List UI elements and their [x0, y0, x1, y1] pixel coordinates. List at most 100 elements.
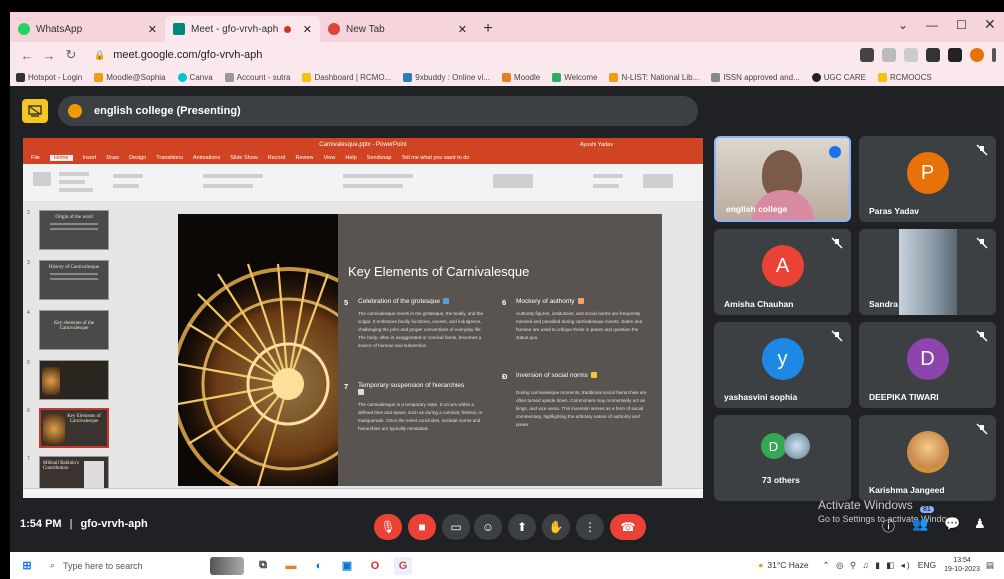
powerpoint-menu-bar: File Home Insert Draw Design Transitions…	[23, 152, 703, 164]
slide-thumbnail[interactable]: Origin of the word	[39, 210, 109, 250]
url-field[interactable]: 🔒 meet.google.com/gfo-vrvh-aph	[94, 49, 852, 61]
menu-review[interactable]: Review	[295, 155, 313, 161]
sidebar-icon[interactable]	[948, 48, 962, 62]
weather-text[interactable]: 31°C Haze	[767, 560, 808, 570]
participant-tile-english-college[interactable]: english college	[714, 136, 851, 222]
slide-thumbnail-selected[interactable]: Key Elements of Carnivalesque	[39, 408, 109, 448]
tab-whatsapp[interactable]: WhatsApp ✕	[10, 16, 165, 42]
bookmark-item[interactable]: Moodle	[501, 72, 540, 82]
participant-tile-amisha-chauhan[interactable]: A Amisha Chauhan	[714, 229, 851, 315]
menu-slide-show[interactable]: Slide Show	[230, 155, 258, 161]
bookmark-item[interactable]: Canva	[177, 72, 213, 82]
back-icon[interactable]: ←	[18, 48, 36, 63]
menu-view[interactable]: View	[324, 155, 336, 161]
mic-toggle-button[interactable]: 🎙	[374, 514, 402, 540]
present-button[interactable]: ⬆	[508, 514, 536, 540]
reactions-button[interactable]: ☺	[474, 514, 502, 540]
bookmark-item[interactable]: Account - sutra	[224, 72, 290, 82]
extension-icon[interactable]	[926, 48, 940, 62]
point-body: The carnivalesque revels in the grotesqu…	[358, 311, 484, 348]
notifications-icon[interactable]: ▤	[986, 560, 994, 571]
windows-start-icon[interactable]: ⊞	[18, 556, 36, 575]
star-icon[interactable]	[904, 48, 918, 62]
divider: |	[69, 518, 73, 530]
avatar: A	[761, 245, 804, 287]
participant-tile-yashasvini-sophia[interactable]: y yashasvini sophia	[714, 322, 851, 408]
bookmark-item[interactable]: 9xbuddy : Online vi...	[403, 72, 490, 82]
presenting-chip[interactable]: english college (Presenting)	[58, 96, 698, 126]
point-heading: Mockery of authority	[516, 298, 575, 305]
info-icon[interactable]: ⓘ	[882, 516, 895, 535]
menu-file[interactable]: File	[31, 155, 40, 161]
bookmark-item[interactable]: N-LIST: National Lib...	[609, 72, 699, 82]
chrome-icon[interactable]: G	[394, 556, 412, 575]
menu-icon[interactable]	[992, 48, 996, 62]
minimize-icon[interactable]: —	[926, 18, 938, 32]
more-options-button[interactable]: ⋮	[576, 514, 604, 540]
menu-animations[interactable]: Animations	[193, 155, 220, 161]
tab-new-tab[interactable]: New Tab ✕	[320, 16, 475, 42]
tell-me-box[interactable]: Tell me what you want to do	[401, 155, 469, 161]
weather-icon: ●	[758, 560, 764, 570]
participant-tile-sandra[interactable]: Sandra	[859, 229, 996, 315]
bookmark-item[interactable]: Dashboard | RCMO...	[302, 72, 391, 82]
chevron-down-icon[interactable]: ⌄	[898, 18, 908, 32]
new-tab-button[interactable]: +	[475, 16, 501, 42]
window-close-icon[interactable]: ✕	[984, 16, 996, 33]
slide-thumbnail[interactable]	[39, 360, 109, 400]
taskbar-widget-icon[interactable]	[210, 556, 244, 575]
slide-thumbnail[interactable]: Key elements of the Carnivalesque	[39, 310, 109, 350]
close-icon[interactable]: ✕	[148, 23, 157, 36]
tab-title: Meet - gfo-vrvh-aph	[191, 23, 279, 35]
language-indicator[interactable]: ENG	[918, 560, 936, 570]
menu-insert[interactable]: Insert	[83, 155, 97, 161]
participant-name: 73 others	[762, 475, 800, 485]
participant-tile-deepika-tiwari[interactable]: D DEEPIKA TIWARI	[859, 322, 996, 408]
bookmark-item[interactable]: Moodle@Sophia	[94, 72, 166, 82]
camera-icon[interactable]	[860, 48, 874, 62]
forward-icon[interactable]: →	[40, 48, 58, 63]
bookmark-item[interactable]: UGC CARE	[811, 72, 866, 82]
menu-record[interactable]: Record	[268, 155, 286, 161]
point-number: Ð	[502, 372, 508, 381]
raise-hand-button[interactable]: ✋	[542, 514, 570, 540]
chat-icon[interactable]: 💬	[944, 516, 960, 532]
menu-sendsnap[interactable]: Sendsnap	[367, 155, 392, 161]
menu-draw[interactable]: Draw	[106, 155, 119, 161]
slide-thumbnail[interactable]: History of Carnivalesque	[39, 260, 109, 300]
task-view-icon[interactable]: ⧉	[254, 557, 272, 575]
opera-icon[interactable]: O	[366, 557, 384, 575]
reload-icon[interactable]: ↻	[62, 47, 80, 63]
taskbar-search[interactable]: ⌕ Type here to search	[50, 556, 200, 576]
file-explorer-icon[interactable]: ▬	[282, 557, 300, 575]
menu-design[interactable]: Design	[129, 155, 146, 161]
clock[interactable]: 13:54 19-10-2023	[944, 556, 980, 574]
leave-call-button[interactable]: ☎	[610, 514, 646, 540]
store-icon[interactable]: ▣	[338, 557, 356, 575]
maximize-icon[interactable]: ☐	[956, 18, 967, 32]
menu-help[interactable]: Help	[345, 155, 356, 161]
close-icon[interactable]: ✕	[303, 23, 312, 36]
people-icon[interactable]: 👥	[912, 516, 928, 532]
present-icon: ⬆	[516, 520, 528, 534]
activities-icon[interactable]: ♟	[974, 516, 986, 532]
menu-transitions[interactable]: Transitions	[156, 155, 183, 161]
bookmark-item[interactable]: RCMOOCS	[877, 72, 932, 82]
tab-meet[interactable]: Meet - gfo-vrvh-aph ✕	[165, 16, 320, 42]
participant-tile-others[interactable]: D 73 others	[714, 415, 851, 501]
captions-button[interactable]: ▭	[442, 514, 470, 540]
avatar: y	[761, 338, 804, 380]
tray-icons[interactable]: ⌃ ◎ ⚲ ♫ ▮ ◧ ◂)	[823, 560, 912, 571]
close-icon[interactable]: ✕	[458, 23, 467, 36]
bookmark-item[interactable]: ISSN approved and...	[711, 72, 800, 82]
menu-home[interactable]: Home	[49, 155, 73, 161]
share-icon[interactable]	[882, 48, 896, 62]
tab-title: New Tab	[346, 23, 385, 35]
participant-tile-karishma-jangeed[interactable]: Karishma Jangeed	[859, 415, 996, 501]
bookmark-item[interactable]: Hotspot - Login	[16, 72, 82, 82]
camera-toggle-button[interactable]: ■	[408, 514, 436, 540]
bookmark-item[interactable]: Welcome	[552, 72, 597, 82]
edge-icon[interactable]: ◐	[310, 557, 328, 575]
participant-tile-paras-yadav[interactable]: P Paras Yadav	[859, 136, 996, 222]
profile-avatar[interactable]	[970, 48, 984, 62]
